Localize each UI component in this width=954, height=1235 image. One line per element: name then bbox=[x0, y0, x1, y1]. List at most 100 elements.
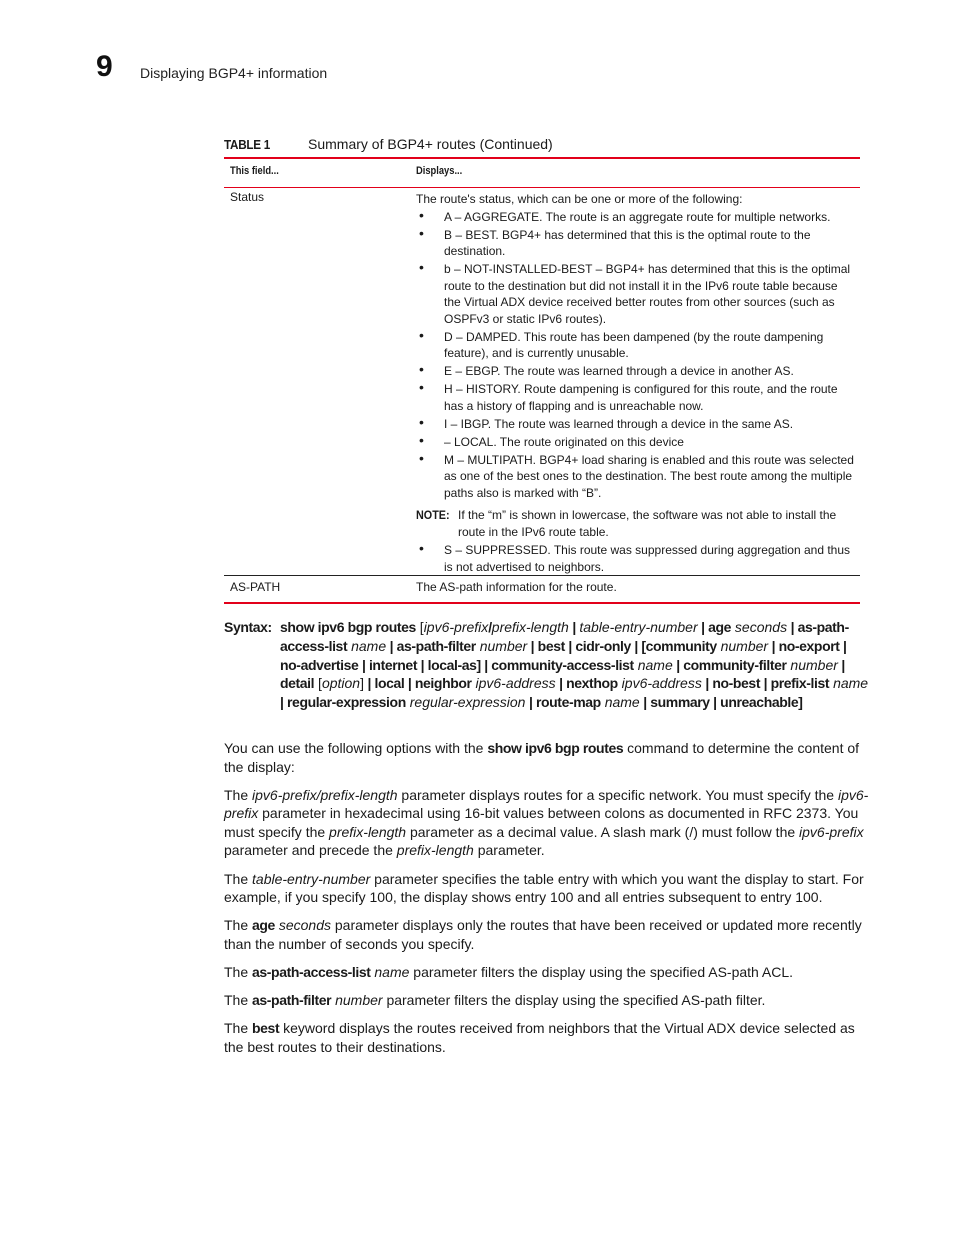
keyword: age bbox=[252, 917, 275, 934]
parameter: prefix-length bbox=[329, 823, 407, 840]
bullet-icon: • bbox=[419, 379, 424, 395]
note-text: If the “m” is shown in lowercase, the so… bbox=[458, 508, 837, 539]
list-item-text: B – BEST. BGP4+ has determined that this… bbox=[444, 227, 811, 259]
text: parameter as a decimal value. A slash ma… bbox=[406, 823, 800, 840]
syntax-label: Syntax: bbox=[224, 619, 272, 635]
status-list-item: • H – HISTORY. Route dampening is configu… bbox=[416, 379, 856, 414]
parameter: ipv6-prefix/prefix-length bbox=[252, 786, 398, 803]
parameter: ipv6-address bbox=[471, 675, 556, 692]
paragraph: The as-path-access-list name parameter f… bbox=[224, 963, 870, 982]
status-list-item: • A – AGGREGATE. The route is an aggregat… bbox=[416, 206, 856, 226]
bullet-icon: • bbox=[419, 449, 424, 466]
table-title: Summary of BGP4+ routes (Continued) bbox=[308, 136, 553, 152]
text: The bbox=[224, 963, 253, 980]
parameter: number bbox=[786, 656, 838, 673]
syntax-block: Syntax: show ipv6 bgp routes [ipv6-prefi… bbox=[224, 618, 870, 712]
parameter: prefix-length bbox=[396, 842, 474, 859]
table-caption: TABLE 1 Summary of BGP4+ routes (Continu… bbox=[224, 136, 860, 152]
status-list-item: • S – SUPPRESSED. This route was suppress… bbox=[416, 540, 856, 575]
keyword: as-path-filter bbox=[252, 992, 332, 1009]
paragraph: The ipv6-prefix/prefix-length parameter … bbox=[224, 786, 870, 860]
body-paragraphs: You can use the following options with t… bbox=[224, 739, 870, 1066]
text: The bbox=[224, 992, 253, 1009]
status-list-item: • D – DAMPED. This route has been dampene… bbox=[416, 326, 856, 362]
paragraph: The age seconds parameter displays only … bbox=[224, 916, 870, 953]
status-list: • A – AGGREGATE. The route is an aggregat… bbox=[416, 206, 856, 502]
parameter: ipv6-prefix bbox=[423, 619, 489, 635]
list-item-text: D – DAMPED. This route has been dampened… bbox=[444, 329, 824, 361]
list-item-text: S – SUPPRESSED. This route was suppresse… bbox=[444, 543, 851, 574]
keyword: | as-path-filter bbox=[386, 637, 477, 654]
paragraph: The table-entry-number parameter specifi… bbox=[224, 870, 870, 907]
bullet-icon: • bbox=[419, 259, 424, 275]
text: The bbox=[224, 786, 253, 803]
parameter: seconds bbox=[731, 619, 788, 635]
text: [ bbox=[415, 619, 424, 635]
list-item-text: A – AGGREGATE. The route is an aggregate… bbox=[444, 209, 831, 224]
list-item-text: E – EBGP. The route was learned through … bbox=[444, 364, 794, 378]
text: parameter. bbox=[473, 842, 545, 859]
keyword: | bbox=[568, 619, 580, 635]
parameter: option bbox=[321, 675, 361, 692]
keyword: best bbox=[252, 1020, 280, 1037]
text: parameter displays routes for a specific… bbox=[397, 786, 838, 803]
keyword: | bbox=[697, 619, 709, 635]
field-name: Status bbox=[230, 190, 265, 204]
bullet-icon: • bbox=[419, 361, 424, 377]
field-name: AS-PATH bbox=[230, 580, 281, 594]
syntax-command: show ipv6 bgp routes [ipv6-prefix/prefix… bbox=[280, 618, 870, 712]
keyword: | no-best | prefix-list bbox=[701, 675, 830, 692]
text: The bbox=[224, 1020, 253, 1037]
keyword: | route-map bbox=[525, 694, 601, 711]
bullet-icon: • bbox=[419, 431, 424, 448]
parameter: number bbox=[716, 637, 769, 654]
status-list-item: • M – MULTIPATH. BGP4+ load sharing is en… bbox=[416, 449, 856, 502]
keyword: | best | cidr-only | [community bbox=[527, 637, 717, 654]
table-row-status: Status The route's status, which can be … bbox=[224, 188, 860, 575]
text: parameter filters the display using the … bbox=[382, 992, 766, 1009]
status-list-item: • I – IBGP. The route was learned through… bbox=[416, 413, 856, 433]
parameter: ipv6-address bbox=[617, 675, 702, 692]
keyword: | bbox=[787, 619, 798, 635]
keyword: | summary | unreachable] bbox=[639, 694, 803, 711]
parameter: seconds bbox=[274, 917, 331, 934]
bullet-icon: • bbox=[419, 224, 424, 241]
table-header-row: This field... Displays... bbox=[224, 159, 860, 187]
status-intro: The route's status, which can be one or … bbox=[416, 192, 743, 206]
table-row-as-path: AS-PATH The AS-path information for the … bbox=[224, 576, 860, 602]
parameter: name bbox=[829, 675, 869, 692]
parameter: prefix-length bbox=[491, 619, 569, 635]
keyword: | community-filter bbox=[672, 656, 787, 673]
bullet-icon: • bbox=[419, 206, 424, 223]
keyword: show ipv6 bgp routes bbox=[280, 619, 416, 635]
text: You can use the following options with t… bbox=[224, 740, 488, 756]
bullet-icon: • bbox=[419, 413, 424, 430]
text: The bbox=[224, 917, 253, 934]
parameter: table-entry-number bbox=[252, 870, 371, 887]
table-bottom-rule bbox=[224, 602, 860, 604]
list-item-text: I – IBGP. The route was learned through … bbox=[444, 416, 794, 431]
status-list-item: • E – EBGP. The route was learned through… bbox=[416, 361, 856, 380]
note-label: NOTE: bbox=[416, 508, 450, 522]
list-item-text: H – HISTORY. Route dampening is configur… bbox=[444, 382, 838, 413]
bullet-icon: • bbox=[419, 326, 424, 343]
chapter-number: 9 bbox=[96, 50, 113, 83]
text: parameter and precede the bbox=[224, 842, 397, 859]
keyword: | nexthop bbox=[555, 675, 618, 692]
keyword: | local | neighbor bbox=[364, 675, 472, 692]
field-description: The route's status, which can be one or … bbox=[416, 191, 856, 575]
parameter: number bbox=[331, 992, 383, 1009]
keyword: | regular-expression bbox=[280, 694, 406, 711]
status-list-item: • B – BEST. BGP4+ has determined that thi… bbox=[416, 224, 856, 260]
list-item-text: b – NOT-INSTALLED-BEST – BGP4+ has deter… bbox=[444, 262, 851, 326]
parameter: regular-expression bbox=[405, 694, 526, 711]
column-header-displays: Displays... bbox=[416, 165, 463, 177]
parameter: number bbox=[475, 637, 528, 654]
parameter: name bbox=[600, 694, 640, 711]
summary-table: This field... Displays... Status The rou… bbox=[224, 157, 860, 604]
text: keyword displays the routes received fro… bbox=[224, 1020, 855, 1055]
running-header-title: Displaying BGP4+ information bbox=[140, 65, 328, 81]
column-header-field: This field... bbox=[230, 165, 279, 177]
paragraph: The best keyword displays the routes rec… bbox=[224, 1019, 870, 1056]
parameter: name bbox=[347, 637, 387, 654]
